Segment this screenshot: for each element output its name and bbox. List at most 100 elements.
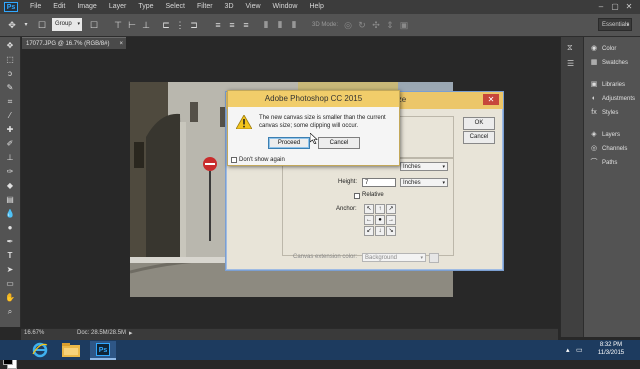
menu-edit[interactable]: Edit bbox=[47, 0, 71, 14]
tool-preset-chevron-icon[interactable]: ▾ bbox=[20, 19, 32, 31]
panel-paths[interactable]: ⌒ Paths bbox=[590, 157, 618, 169]
panel-channels[interactable]: ◎ Channels bbox=[590, 143, 627, 155]
panel-swatches[interactable]: ▦ Swatches bbox=[590, 57, 628, 69]
eraser-tool-icon[interactable]: ◆ bbox=[3, 181, 17, 191]
clone-stamp-tool-icon[interactable]: ⊥ bbox=[3, 153, 17, 163]
maximize-icon[interactable]: ▢ bbox=[608, 2, 622, 12]
history-brush-tool-icon[interactable]: ✑ bbox=[3, 167, 17, 177]
align-bottom-icon[interactable]: ⊥ bbox=[140, 19, 152, 31]
tray-clock[interactable]: 8:32 PM 11/3/2015 bbox=[586, 341, 636, 357]
relative-checkbox[interactable] bbox=[354, 193, 360, 199]
healing-brush-tool-icon[interactable]: ✚ bbox=[3, 125, 17, 135]
align-left-icon[interactable]: ⊏ bbox=[160, 19, 172, 31]
height-unit-select[interactable]: Inches ▾ bbox=[400, 178, 448, 187]
dont-show-again[interactable]: Don't show again bbox=[231, 157, 285, 163]
panel-styles-label: Styles bbox=[602, 110, 619, 116]
properties-panel-icon[interactable]: ☰ bbox=[567, 59, 574, 68]
blur-tool-icon[interactable]: 💧 bbox=[3, 209, 17, 219]
menu-select[interactable]: Select bbox=[160, 0, 191, 14]
move-tool-icon[interactable]: ✥ bbox=[6, 19, 18, 31]
menu-3d[interactable]: 3D bbox=[219, 0, 240, 14]
cancel-button[interactable]: Cancel bbox=[463, 131, 495, 144]
marquee-tool-icon[interactable]: ⬚ bbox=[3, 55, 17, 65]
close-window-icon[interactable]: ✕ bbox=[622, 2, 636, 12]
rectangle-tool-icon[interactable]: ▭ bbox=[3, 279, 17, 289]
crop-tool-icon[interactable]: ⌗ bbox=[3, 97, 17, 107]
move-tool-icon[interactable]: ✥ bbox=[3, 41, 17, 51]
anchor-top-left-icon[interactable]: ↖ bbox=[364, 204, 374, 214]
menu-filter[interactable]: Filter bbox=[191, 0, 219, 14]
3d-orbit-icon[interactable]: ◎ bbox=[342, 19, 354, 31]
distribute-right-icon[interactable]: ⦀ bbox=[288, 19, 300, 31]
align-top-icon[interactable]: ⊤ bbox=[112, 19, 124, 31]
type-tool-icon[interactable]: T bbox=[3, 251, 17, 261]
menu-window[interactable]: Window bbox=[267, 0, 304, 14]
menu-layer[interactable]: Layer bbox=[103, 0, 133, 14]
brush-tool-icon[interactable]: ✐ bbox=[3, 139, 17, 149]
transform-controls-checkbox[interactable]: ☐ bbox=[88, 19, 100, 31]
3d-pan-icon[interactable]: ✣ bbox=[370, 19, 382, 31]
distribute-hcenter-icon[interactable]: ⦀ bbox=[274, 19, 286, 31]
panel-libraries[interactable]: ▣ Libraries bbox=[590, 79, 625, 91]
eyedropper-tool-icon[interactable]: ⁄ bbox=[3, 111, 17, 121]
gradient-tool-icon[interactable]: ▤ bbox=[3, 195, 17, 205]
panel-styles[interactable]: fx Styles bbox=[590, 107, 618, 119]
align-vcenter-icon[interactable]: ⊢ bbox=[126, 19, 138, 31]
photoshop-taskbar-button[interactable]: Ps bbox=[90, 341, 116, 360]
distribute-left-icon[interactable]: ⦀ bbox=[260, 19, 272, 31]
menu-image[interactable]: Image bbox=[71, 0, 102, 14]
tray-chevron-icon[interactable]: ▴ bbox=[566, 346, 570, 354]
hand-tool-icon[interactable]: ✋ bbox=[3, 293, 17, 303]
anchor-right-icon[interactable]: → bbox=[386, 215, 396, 225]
network-icon[interactable]: ▭ bbox=[576, 346, 583, 354]
dont-show-checkbox[interactable] bbox=[231, 157, 237, 163]
anchor-top-right-icon[interactable]: ↗ bbox=[386, 204, 396, 214]
panel-layers[interactable]: ◈ Layers bbox=[590, 129, 620, 141]
workspace-switcher[interactable]: Essentials ▾ bbox=[598, 18, 632, 31]
close-icon[interactable]: ✕ bbox=[483, 94, 499, 105]
document-tab[interactable]: 17077.JPG @ 16.7% (RGB/8#) × bbox=[22, 37, 126, 49]
extension-color-select[interactable]: Background ▾ bbox=[362, 253, 426, 262]
menu-file[interactable]: File bbox=[24, 0, 47, 14]
anchor-center-icon[interactable]: ● bbox=[375, 215, 385, 225]
panel-color[interactable]: ◉ Color bbox=[590, 43, 616, 55]
alert-message: The new canvas size is smaller than the … bbox=[259, 115, 386, 129]
menu-help[interactable]: Help bbox=[303, 0, 329, 14]
3d-scale-icon[interactable]: ▣ bbox=[398, 19, 410, 31]
extension-color-swatch[interactable] bbox=[429, 253, 439, 263]
height-input[interactable]: 7 bbox=[362, 178, 396, 187]
panel-adjustments[interactable]: ◐ Adjustments bbox=[590, 93, 635, 105]
quick-select-tool-icon[interactable]: ✎ bbox=[3, 83, 17, 93]
auto-select-checkbox[interactable]: ☐ bbox=[36, 19, 48, 31]
distribute-center-icon[interactable]: ≡ bbox=[226, 19, 238, 31]
internet-explorer-icon[interactable] bbox=[32, 342, 48, 360]
proceed-button[interactable]: Proceed bbox=[268, 137, 310, 149]
width-unit-select[interactable]: Inches ▾ bbox=[400, 162, 448, 171]
minimize-icon[interactable]: – bbox=[594, 2, 608, 12]
anchor-left-icon[interactable]: ← bbox=[364, 215, 374, 225]
anchor-top-icon[interactable]: ↑ bbox=[375, 204, 385, 214]
align-right-icon[interactable]: ⊐ bbox=[188, 19, 200, 31]
pen-tool-icon[interactable]: ✒ bbox=[3, 237, 17, 247]
lasso-tool-icon[interactable]: ↄ bbox=[3, 69, 17, 79]
anchor-bottom-right-icon[interactable]: ↘ bbox=[386, 226, 396, 236]
menu-type[interactable]: Type bbox=[132, 0, 159, 14]
anchor-bottom-left-icon[interactable]: ↙ bbox=[364, 226, 374, 236]
3d-slide-icon[interactable]: ⇕ bbox=[384, 19, 396, 31]
dodge-tool-icon[interactable]: ● bbox=[3, 223, 17, 233]
anchor-bottom-icon[interactable]: ↓ bbox=[375, 226, 385, 236]
zoom-level[interactable]: 16.67% bbox=[24, 330, 44, 336]
path-select-tool-icon[interactable]: ➤ bbox=[3, 265, 17, 275]
auto-select-dropdown[interactable]: Group ▾ bbox=[52, 18, 82, 31]
distribute-bottom-icon[interactable]: ≡ bbox=[240, 19, 252, 31]
distribute-top-icon[interactable]: ≡ bbox=[212, 19, 224, 31]
align-hcenter-icon[interactable]: ⋮ bbox=[174, 19, 186, 31]
cancel-button[interactable]: Cancel bbox=[318, 137, 360, 149]
3d-roll-icon[interactable]: ↻ bbox=[356, 19, 368, 31]
file-explorer-icon[interactable] bbox=[62, 343, 80, 359]
zoom-tool-icon[interactable]: ⌕ bbox=[3, 307, 17, 317]
status-menu-icon[interactable]: ▸ bbox=[129, 329, 133, 337]
menu-view[interactable]: View bbox=[240, 0, 267, 14]
history-panel-icon[interactable]: ⧖ bbox=[567, 43, 573, 53]
ok-button[interactable]: OK bbox=[463, 117, 495, 130]
